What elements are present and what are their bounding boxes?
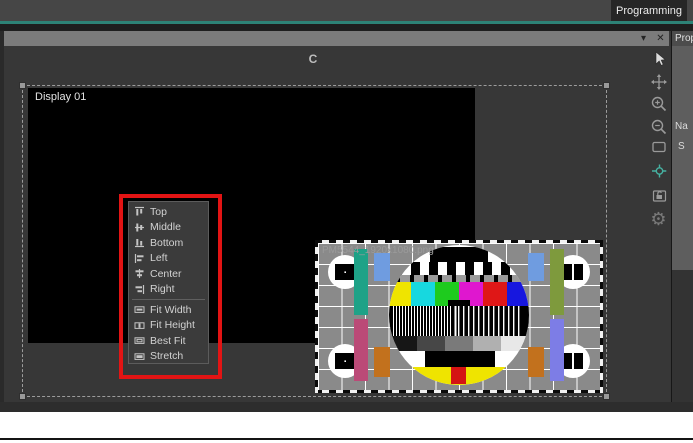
marquee-icon	[651, 141, 666, 153]
lock-tool-button[interactable]	[648, 185, 669, 205]
ants-border-bottom	[315, 390, 603, 393]
locate-tool-button[interactable]	[648, 161, 669, 181]
lock-icon	[652, 190, 666, 202]
ants-border-right	[600, 240, 603, 393]
dark-divider-strip	[0, 24, 693, 31]
settings-tool-button[interactable]: ⚙	[648, 209, 669, 229]
cursor-icon	[655, 51, 666, 66]
selection-handle-bottom-left[interactable]	[19, 393, 26, 400]
zoom-out-tool-button[interactable]	[648, 117, 669, 137]
zoom-in-icon	[651, 96, 666, 112]
annotation-red-box	[119, 194, 222, 379]
property-label-name: Na	[675, 121, 688, 132]
status-strip	[0, 402, 693, 412]
properties-panel: Prop Na S	[671, 31, 693, 412]
image-filename-label: PM5544_1920x1080.png	[322, 245, 434, 256]
pm5544-test-card	[318, 243, 600, 390]
move-icon	[650, 74, 667, 90]
properties-panel-title: Prop	[672, 31, 693, 46]
panel-close-icon[interactable]: ✕	[653, 31, 668, 46]
select-tool-button[interactable]	[648, 49, 669, 69]
locate-crosshair-icon	[651, 164, 666, 178]
properties-panel-lower	[672, 270, 693, 412]
bottom-divider-line	[0, 438, 693, 440]
top-menu-bar	[0, 0, 693, 21]
zoom-out-icon	[651, 119, 666, 135]
move-tool-button[interactable]	[648, 72, 669, 92]
app-window: Programming ▾ ✕ C Display 01 PM5544_1920…	[0, 0, 693, 443]
gear-icon: ⚙	[650, 209, 667, 229]
selection-handle-top-left[interactable]	[19, 82, 26, 89]
test-pattern-image[interactable]: PM5544_1920x1080.png	[315, 240, 603, 393]
editing-canvas[interactable]: C Display 01 PM5544_1920x1080.png Top Mi…	[4, 46, 669, 412]
zoom-in-tool-button[interactable]	[648, 94, 669, 114]
panel-collapse-icon[interactable]: ▾	[636, 31, 651, 46]
property-label-size: S	[678, 141, 685, 152]
selection-handle-bottom-right[interactable]	[603, 393, 610, 400]
marquee-tool-button[interactable]	[648, 137, 669, 157]
selection-handle-top-right[interactable]	[603, 82, 610, 89]
c-glyph: C	[308, 52, 318, 66]
tab-programming[interactable]: Programming	[611, 0, 687, 21]
canvas-panel-header	[4, 31, 669, 46]
